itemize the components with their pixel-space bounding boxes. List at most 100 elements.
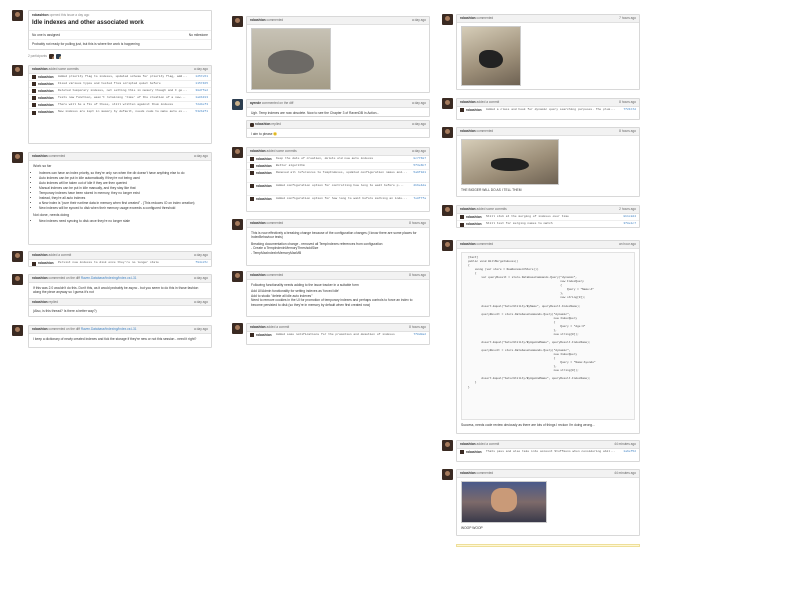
commit-message[interactable]: Persist new indexes to disk once they're…	[58, 261, 192, 265]
avatar[interactable]	[12, 325, 23, 336]
commit-who[interactable]: robashton	[256, 171, 276, 175]
commit-who[interactable]: robashton	[256, 157, 276, 161]
commit-sha[interactable]: 7e8f7fa	[410, 197, 426, 201]
commit-message[interactable]: New indexes are kept in memory by defaul…	[58, 110, 192, 114]
commit-row[interactable]: robashton Thats pass and also take into a…	[457, 449, 639, 462]
commit-author[interactable]: robashton	[32, 67, 48, 71]
commit-message[interactable]: Fixed various typos and tested from scri…	[58, 82, 192, 86]
avatar[interactable]	[12, 251, 23, 262]
commit-row[interactable]: robashton Deleted temporary indexes, not …	[29, 88, 211, 95]
commit-row[interactable]: robashton Added configuration option for …	[247, 183, 429, 196]
commit-sha[interactable]: 532b2f1	[192, 110, 208, 114]
commit-who[interactable]: robashton	[38, 82, 58, 86]
commit-row[interactable]: robashton Added a class and hook for dyna…	[457, 107, 639, 120]
commit-row[interactable]: robashton Added some notifications for th…	[247, 332, 429, 345]
avatar[interactable]	[442, 14, 453, 25]
avatar[interactable]	[232, 323, 243, 334]
commit-author[interactable]: robashton	[250, 149, 266, 153]
avatar[interactable]	[442, 469, 453, 480]
comment-author[interactable]: robashton	[250, 18, 266, 22]
commit-message[interactable]: Better algorithm	[276, 164, 410, 168]
comment-author[interactable]: ayende	[250, 101, 261, 105]
participant-avatar[interactable]	[55, 54, 61, 59]
commit-message[interactable]: Deleted temporary indexes, not setting t…	[58, 89, 192, 93]
avatar[interactable]	[442, 98, 453, 109]
avatar[interactable]	[442, 205, 453, 216]
avatar[interactable]	[12, 274, 23, 285]
avatar[interactable]	[12, 152, 23, 163]
commit-message[interactable]: There will be a fix of these, still writ…	[58, 103, 192, 107]
avatar[interactable]	[232, 219, 243, 230]
commit-sha[interactable]: 7f21b7d	[620, 108, 636, 112]
commit-row[interactable]: robashton Tests now function, wasn't reta…	[29, 95, 211, 102]
commit-sha[interactable]: 5f3e6b7	[410, 164, 426, 168]
avatar[interactable]	[442, 127, 453, 138]
commit-who[interactable]: robashton	[466, 450, 486, 454]
commit-author[interactable]: robashton	[32, 253, 48, 257]
commit-author[interactable]: robashton	[460, 100, 476, 104]
comment-author[interactable]: robashton	[460, 129, 476, 133]
comment-author[interactable]: robashton	[460, 16, 476, 20]
assignee-text[interactable]: No one is assigned	[32, 33, 60, 37]
commit-row[interactable]: robashton Added configuration option for …	[247, 196, 429, 209]
commit-row[interactable]: robashton Fixed various typos and tested …	[29, 81, 211, 88]
commit-who[interactable]: robashton	[38, 75, 58, 79]
comment-author[interactable]: robashton	[250, 273, 266, 277]
commit-message[interactable]: Tests now function, wasn't retaining 'ti…	[58, 96, 192, 100]
commit-who[interactable]: robashton	[466, 215, 486, 219]
reply-author[interactable]: robashton	[32, 300, 48, 304]
commit-sha[interactable]: 1a0b313	[192, 96, 208, 100]
comment-author[interactable]: robashton	[460, 471, 476, 475]
comment-author[interactable]: robashton	[250, 221, 266, 225]
comment-author[interactable]: robashton	[460, 242, 476, 246]
commit-who[interactable]: robashton	[256, 197, 276, 201]
comment-author[interactable]: robashton	[32, 276, 48, 280]
issue-author[interactable]: robashton	[32, 13, 49, 17]
commit-who[interactable]: robashton	[38, 103, 58, 107]
participant-avatar[interactable]	[48, 54, 54, 59]
commit-who[interactable]: robashton	[466, 108, 486, 112]
commit-row[interactable]: robashton Removed all references to TempI…	[247, 170, 429, 183]
commit-row[interactable]: robashton Keep the date of creation, dele…	[247, 156, 429, 163]
commit-sha[interactable]: 3f8e1c7	[620, 222, 636, 226]
commit-sha[interactable]: 5a9f3d1	[410, 171, 426, 175]
diff-path-link[interactable]: Raven.Database/Indexing/Index.cs:L31	[81, 276, 137, 280]
commit-message[interactable]: Added configuration option for how long …	[276, 197, 410, 201]
commit-sha[interactable]: 2b6e4da	[410, 184, 426, 188]
commit-who[interactable]: robashton	[256, 184, 276, 188]
commit-author[interactable]: robashton	[250, 325, 266, 329]
commit-who[interactable]: robashton	[38, 110, 58, 114]
commit-sha[interactable]: 7f0d0a2	[410, 333, 426, 337]
avatar[interactable]	[12, 10, 23, 21]
commit-row[interactable]: robashton Added priority flag to indexes,…	[29, 74, 211, 81]
commit-message[interactable]: Still test for merging names to match	[486, 222, 620, 226]
avatar[interactable]	[232, 99, 243, 110]
commit-who[interactable]: robashton	[256, 333, 276, 337]
diff-path-link[interactable]: Raven.Database/Indexing/Index.cs:L31	[81, 327, 137, 331]
commit-row[interactable]: robashton Better algorithm 5f3e6b7	[247, 163, 429, 170]
comment-author[interactable]: robashton	[255, 122, 271, 126]
commit-row[interactable]: robashton There will be a fix of these, s…	[29, 102, 211, 109]
commit-sha[interactable]: 1157465	[192, 82, 208, 86]
commit-sha[interactable]: 1a6ef52	[620, 450, 636, 454]
commit-sha[interactable]: 38d7fa2	[192, 89, 208, 93]
commit-sha[interactable]: 1257e51	[192, 75, 208, 79]
avatar[interactable]	[250, 122, 254, 127]
comment-author[interactable]: robashton	[32, 154, 48, 158]
commit-message[interactable]: Added configuration option for controlli…	[276, 184, 410, 188]
commit-who[interactable]: robashton	[256, 164, 276, 168]
commit-sha[interactable]: 8c77687	[410, 157, 426, 161]
avatar[interactable]	[12, 65, 23, 76]
commit-sha[interactable]: 72d4ef3	[192, 103, 208, 107]
commit-message[interactable]: Removed all references to TempIndexes, u…	[276, 171, 410, 175]
avatar[interactable]	[232, 271, 243, 282]
milestone-text[interactable]: No milestone	[189, 33, 208, 37]
commit-message[interactable]: Added a class and hook for dynamic query…	[486, 108, 620, 112]
avatar[interactable]	[442, 440, 453, 451]
commit-author[interactable]: robashton	[460, 207, 476, 211]
commit-who[interactable]: robashton	[38, 96, 58, 100]
commit-message[interactable]: Keep the date of creation, delete old ne…	[276, 157, 410, 161]
commit-row[interactable]: robashton Persist new indexes to disk onc…	[29, 260, 211, 267]
commit-message[interactable]: Added priority flag to indexes, updated …	[58, 75, 192, 79]
comment-author[interactable]: robashton	[32, 327, 48, 331]
